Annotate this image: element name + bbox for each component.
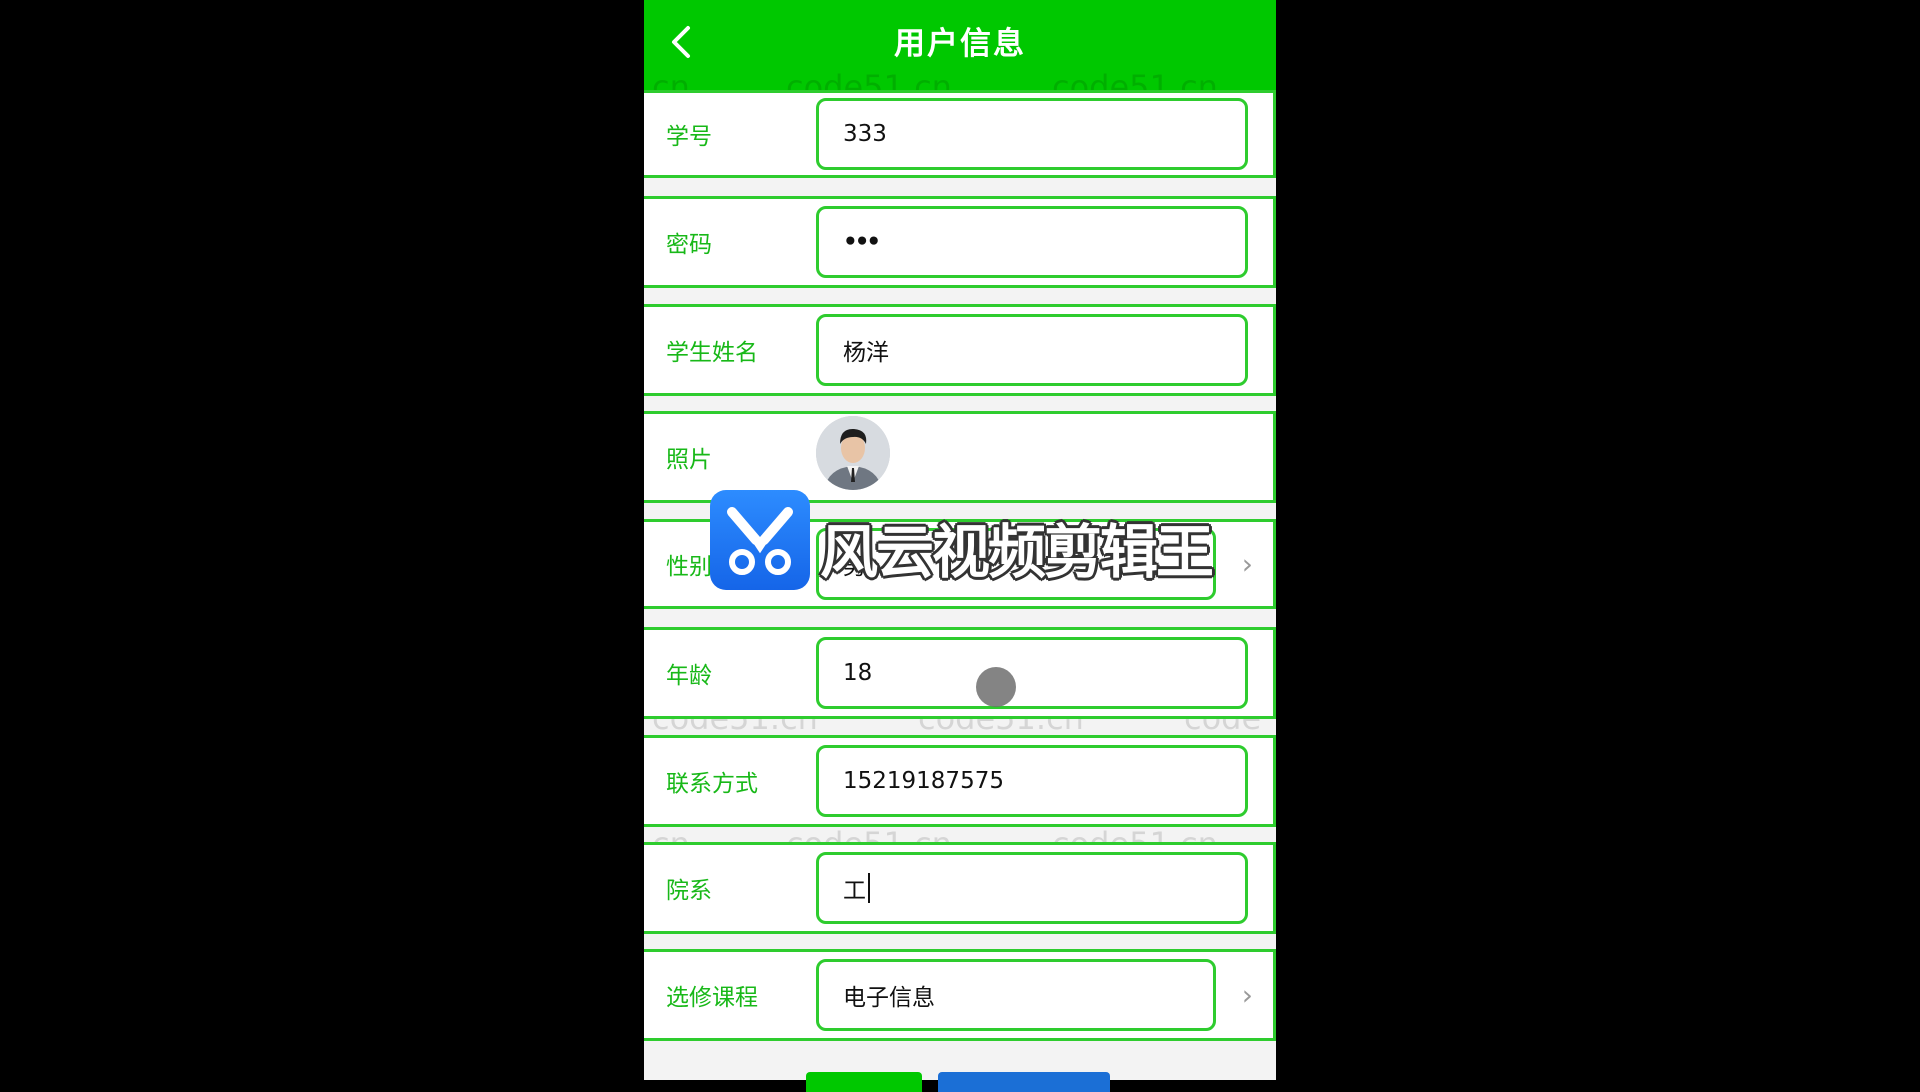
touch-indicator bbox=[976, 667, 1016, 707]
department-value: 工 bbox=[843, 878, 866, 904]
age-label: 年龄 bbox=[666, 663, 712, 689]
video-editor-logo bbox=[710, 490, 810, 590]
chevron-right-icon: › bbox=[1241, 547, 1253, 581]
secondary-button[interactable] bbox=[938, 1072, 1110, 1092]
student-name-label: 学生姓名 bbox=[666, 340, 758, 366]
video-editor-name: 风云视频剪辑王 bbox=[820, 518, 1214, 586]
photo-label: 照片 bbox=[666, 447, 712, 473]
page-title: 用户信息 bbox=[894, 26, 1026, 62]
department-label: 院系 bbox=[666, 878, 712, 904]
person-photo-icon bbox=[816, 416, 890, 490]
scissors-icon bbox=[727, 507, 793, 575]
password-input[interactable]: ••• bbox=[816, 206, 1248, 278]
student-name-input[interactable]: 杨洋 bbox=[816, 314, 1248, 386]
chevron-right-icon: › bbox=[1241, 978, 1253, 1012]
avatar[interactable] bbox=[816, 416, 890, 490]
contact-label: 联系方式 bbox=[666, 771, 758, 797]
form-row-department: 院系 工 bbox=[644, 842, 1276, 934]
form-row-contact: 联系方式 15219187575 bbox=[644, 735, 1276, 827]
age-input[interactable]: 18 bbox=[816, 637, 1248, 709]
elective-select[interactable]: 电子信息 bbox=[816, 959, 1216, 1031]
app-header: 用户信息 bbox=[644, 0, 1276, 90]
form-row-student-name: 学生姓名 杨洋 bbox=[644, 304, 1276, 396]
form-row-age: 年龄 18 bbox=[644, 627, 1276, 719]
gender-label: 性别 bbox=[666, 554, 712, 580]
form-row-elective: 选修课程 电子信息 › bbox=[644, 949, 1276, 1041]
save-button[interactable] bbox=[806, 1072, 922, 1092]
student-id-label: 学号 bbox=[666, 124, 712, 150]
text-cursor bbox=[868, 873, 870, 903]
form-row-password: 密码 ••• bbox=[644, 196, 1276, 288]
contact-input[interactable]: 15219187575 bbox=[816, 745, 1248, 817]
form-row-student-id: 学号 333 bbox=[644, 90, 1276, 178]
student-id-input[interactable]: 333 bbox=[816, 98, 1248, 170]
department-input[interactable]: 工 bbox=[816, 852, 1248, 924]
password-label: 密码 bbox=[666, 232, 712, 258]
elective-label: 选修课程 bbox=[666, 985, 758, 1011]
